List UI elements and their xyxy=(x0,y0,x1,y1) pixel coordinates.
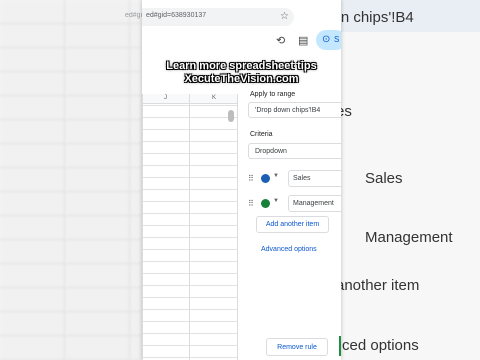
background-add-item-text: another item xyxy=(336,277,420,294)
share-label: S xyxy=(334,35,340,44)
add-another-item-label: Add another item xyxy=(265,221,320,228)
remove-rule-label: Remove rule xyxy=(277,344,317,351)
share-button[interactable]: ⊙ S xyxy=(316,30,341,50)
data-validation-panel: Rules Apply to range 'Drop down chips'!B… xyxy=(242,60,341,360)
dropdown-item-value: Management xyxy=(293,200,334,207)
background-grid xyxy=(0,0,142,360)
remove-rule-button[interactable]: Remove rule xyxy=(266,338,328,356)
dropdown-item-value: Sales xyxy=(293,175,311,182)
background-right-panel xyxy=(341,0,480,360)
background-advanced-text: ced options xyxy=(342,337,419,354)
color-swatch[interactable] xyxy=(261,199,270,208)
done-button[interactable] xyxy=(339,336,341,356)
criteria-label: Criteria xyxy=(250,131,273,138)
drag-handle-icon[interactable]: ⠿ xyxy=(248,200,254,208)
range-value: 'Drop down chips'!B4 xyxy=(255,107,321,114)
background-management-text: Management xyxy=(365,229,453,246)
range-input[interactable]: 'Drop down chips'!B4 xyxy=(248,102,341,118)
background-range-text: wn chips'!B4 xyxy=(330,9,414,26)
dropdown-item-input[interactable]: Sales xyxy=(288,170,341,187)
comment-icon[interactable]: ▤ xyxy=(298,35,308,47)
column-header-row: J K xyxy=(142,94,238,104)
address-bar[interactable]: ed#gid=638930137 ☆ xyxy=(142,8,294,26)
criteria-value: Dropdown xyxy=(255,148,287,155)
dropdown-item-input[interactable]: Management xyxy=(288,195,341,212)
caption-line-1: Learn more spreadsheet tips xyxy=(166,60,317,72)
browser-top-bar: ed#gid=638930137 ☆ xyxy=(142,0,341,32)
chevron-down-icon[interactable]: ▼ xyxy=(273,173,279,179)
column-header-j[interactable]: J xyxy=(164,95,167,101)
background-sales-text: Sales xyxy=(365,170,403,187)
star-icon[interactable]: ☆ xyxy=(280,12,289,22)
dropdown-item-row: ⠿ ▼ Sales xyxy=(242,170,341,188)
caption-line-2: XecuteTheVision.com xyxy=(184,73,299,85)
video-caption: Learn more spreadsheet tips XecuteTheVis… xyxy=(142,60,341,86)
color-swatch[interactable] xyxy=(261,174,270,183)
criteria-select[interactable]: Dropdown xyxy=(248,143,341,159)
history-icon[interactable]: ⟲ xyxy=(276,35,285,47)
add-another-item-button[interactable]: Add another item xyxy=(256,216,329,233)
url-text: ed#gid=638930137 xyxy=(146,12,207,19)
lock-icon: ⊙ xyxy=(322,34,331,45)
drag-handle-icon[interactable]: ⠿ xyxy=(248,175,254,183)
dropdown-item-row: ⠿ ▼ Management xyxy=(242,195,341,213)
sheets-window: ed#gid=638930137 ☆ ⟲ ▤ ⊙ S J K Rules App… xyxy=(142,0,341,360)
advanced-options-link[interactable]: Advanced options xyxy=(261,246,317,253)
chevron-down-icon[interactable]: ▼ xyxy=(273,198,279,204)
vertical-scrollbar[interactable] xyxy=(228,110,234,122)
apply-to-range-label: Apply to range xyxy=(250,91,296,98)
spreadsheet-grid[interactable] xyxy=(142,94,238,360)
column-header-k[interactable]: K xyxy=(212,95,216,101)
sheets-toolbar: ⟲ ▤ xyxy=(142,32,341,52)
